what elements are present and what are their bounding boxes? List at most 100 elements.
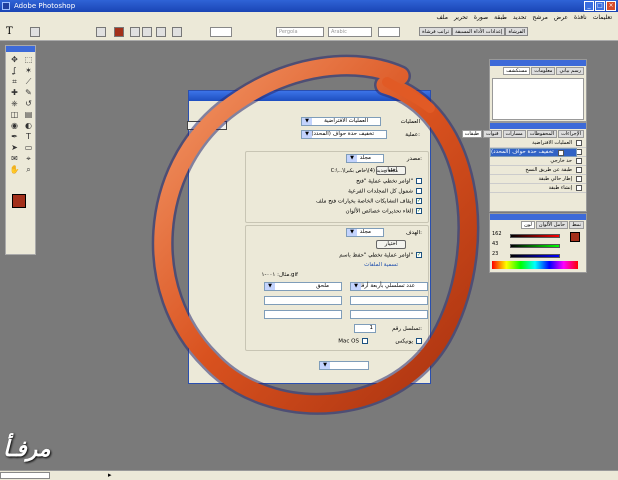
action-item[interactable]: إطار حالي طبقة bbox=[490, 175, 586, 184]
panel-tab[interactable]: معلومات bbox=[531, 67, 556, 75]
blue-slider[interactable] bbox=[510, 254, 560, 258]
lasso-icon[interactable]: ʆ bbox=[8, 66, 21, 76]
fg-color-chip[interactable] bbox=[570, 232, 580, 242]
red-value[interactable]: 162 bbox=[492, 231, 502, 237]
brush-icon[interactable]: ✎ bbox=[22, 88, 35, 98]
stamp-icon[interactable]: ⎈ bbox=[8, 99, 21, 109]
naming-field-3[interactable] bbox=[350, 296, 428, 305]
zoom-field[interactable] bbox=[0, 472, 50, 479]
action-item[interactable]: طبقة عن طريق النسخ bbox=[490, 166, 586, 175]
menu-item[interactable]: تعليمات bbox=[593, 14, 612, 21]
source-option-checkbox[interactable]: إيقاف التشابكات الخاصة بخيارات فتح ملف ✓ bbox=[316, 198, 422, 205]
magic-wand-icon[interactable]: ✶ bbox=[22, 66, 35, 76]
eraser-icon[interactable]: ◫ bbox=[8, 110, 21, 120]
panel-tab[interactable]: مستكشف bbox=[503, 67, 531, 75]
eyedropper-icon[interactable]: ⌖ bbox=[22, 154, 35, 164]
source-option-checkbox[interactable]: إلغاء تحذيرات خصائص الألوان ✓ bbox=[346, 208, 422, 215]
play-arrow-icon[interactable]: ▸ bbox=[108, 471, 112, 479]
action-toggle-checkbox[interactable] bbox=[576, 185, 582, 191]
close-button[interactable]: × bbox=[606, 1, 616, 11]
ok-button[interactable] bbox=[187, 121, 227, 130]
unix-checkbox[interactable]: يونيكس bbox=[395, 338, 422, 345]
text-color-swatch[interactable] bbox=[114, 27, 124, 37]
choose-destination-button[interactable]: اختيار bbox=[376, 240, 406, 249]
align-right-icon[interactable] bbox=[130, 27, 140, 37]
blur-icon[interactable]: ◉ bbox=[8, 121, 21, 131]
crop-icon[interactable]: ⌗ bbox=[8, 77, 21, 87]
align-left-icon[interactable] bbox=[156, 27, 166, 37]
marquee-icon[interactable]: ⬚ bbox=[22, 55, 35, 65]
type-icon[interactable]: T bbox=[22, 132, 35, 142]
menu-item[interactable]: نافذة bbox=[574, 14, 587, 21]
action-toggle-checkbox[interactable] bbox=[576, 158, 582, 164]
panel-tab[interactable]: حامل الألوان bbox=[535, 221, 568, 229]
pen-icon[interactable]: ✒ bbox=[8, 132, 21, 142]
panel-tab[interactable]: المحفوظات bbox=[526, 130, 558, 138]
menu-item[interactable]: مرشح bbox=[532, 14, 547, 21]
red-slider[interactable] bbox=[510, 234, 560, 238]
panel-tab[interactable]: قنوات bbox=[482, 130, 502, 138]
naming-field-2[interactable]: ▼ ملحق bbox=[264, 282, 342, 291]
errors-select[interactable]: ▼ bbox=[319, 361, 369, 370]
naming-field-4[interactable] bbox=[264, 296, 342, 305]
menu-item[interactable]: صورة bbox=[474, 14, 488, 21]
action-item[interactable]: تخفيف حدة حواف (المحدد) bbox=[490, 148, 577, 157]
menu-item[interactable]: تحرير bbox=[454, 14, 468, 21]
menu-item[interactable]: ملف bbox=[437, 14, 448, 21]
font-size-field[interactable] bbox=[210, 27, 232, 37]
action-select[interactable]: ▼ تخفيف حدة حواف (المحدد) bbox=[301, 130, 387, 139]
text-orientation-icon[interactable] bbox=[30, 27, 40, 37]
panel-tab[interactable]: لون bbox=[521, 221, 535, 229]
naming-field-1[interactable]: ▼ عدد تسلسلي بأربعة أرقام bbox=[350, 282, 428, 291]
source-select[interactable]: ▼ مجلد bbox=[346, 154, 384, 163]
font-family-field[interactable]: Arabic bbox=[328, 27, 372, 37]
palette-well-tab[interactable]: إعدادات الأداة المسبقة bbox=[452, 27, 506, 36]
align-center-icon[interactable] bbox=[142, 27, 152, 37]
type-tool-icon[interactable]: T bbox=[6, 26, 13, 37]
maximize-button[interactable]: □ bbox=[595, 1, 605, 11]
green-slider[interactable] bbox=[510, 244, 560, 248]
naming-field-6[interactable] bbox=[264, 310, 342, 319]
palettes-toggle-icon[interactable] bbox=[172, 27, 182, 37]
panel-tab[interactable]: مسارات bbox=[502, 130, 526, 138]
warp-text-icon[interactable] bbox=[96, 27, 106, 37]
panel-tab[interactable]: نمط bbox=[568, 221, 584, 229]
mac-checkbox[interactable]: Mac OS bbox=[338, 338, 368, 345]
healing-icon[interactable]: ✚ bbox=[8, 88, 21, 98]
action-item[interactable]: حد خارجي bbox=[490, 157, 586, 166]
action-toggle-checkbox[interactable] bbox=[557, 149, 564, 156]
anti-alias-field[interactable] bbox=[378, 27, 400, 37]
serial-input[interactable]: 1 bbox=[354, 324, 376, 333]
minimize-button[interactable]: _ bbox=[584, 1, 594, 11]
destination-select[interactable]: ▼ مجلد bbox=[346, 228, 384, 237]
menu-item[interactable]: عرض bbox=[554, 14, 568, 21]
dodge-icon[interactable]: ◐ bbox=[22, 121, 35, 131]
action-item[interactable]: إنشاء طبقة bbox=[490, 184, 586, 193]
slice-icon[interactable]: ⟋ bbox=[22, 77, 35, 87]
blue-value[interactable]: 23 bbox=[492, 251, 498, 257]
action-item[interactable]: العمليات الافتراضية bbox=[490, 139, 586, 148]
notes-icon[interactable]: ✉ bbox=[8, 154, 21, 164]
palette-well-tab[interactable]: الفرشاة bbox=[505, 27, 528, 36]
source-option-checkbox[interactable]: شمول كل المجلدات الفرعية bbox=[348, 188, 422, 195]
palette-well-tab[interactable]: ترانب فرشاة bbox=[419, 27, 453, 36]
color-ramp[interactable] bbox=[492, 261, 578, 269]
zoom-icon[interactable]: ⌕ bbox=[22, 165, 35, 175]
action-toggle-checkbox[interactable] bbox=[576, 167, 582, 173]
action-toggle-checkbox[interactable] bbox=[576, 149, 582, 155]
move-icon[interactable]: ✥ bbox=[8, 55, 21, 65]
hand-icon[interactable]: ✋ bbox=[8, 165, 21, 175]
shape-icon[interactable]: ▭ bbox=[22, 143, 35, 153]
source-option-checkbox[interactable]: اوامر تخطي عملية "فتح" bbox=[356, 178, 422, 185]
green-value[interactable]: 43 bbox=[492, 241, 498, 247]
menu-item[interactable]: طبقة bbox=[494, 14, 507, 21]
action-toggle-checkbox[interactable] bbox=[576, 140, 582, 146]
action-toggle-checkbox[interactable] bbox=[576, 176, 582, 182]
override-save-checkbox[interactable]: اوامر عملية تخطي "حفظ باسم" ✓ bbox=[339, 252, 422, 259]
set-select[interactable]: ▼ العمليات الافتراضية bbox=[301, 117, 381, 126]
menu-item[interactable]: تحديد bbox=[513, 14, 527, 21]
path-select-icon[interactable]: ➤ bbox=[8, 143, 21, 153]
foreground-color-swatch[interactable] bbox=[12, 194, 26, 208]
history-brush-icon[interactable]: ↺ bbox=[22, 99, 35, 109]
naming-field-5[interactable] bbox=[350, 310, 428, 319]
